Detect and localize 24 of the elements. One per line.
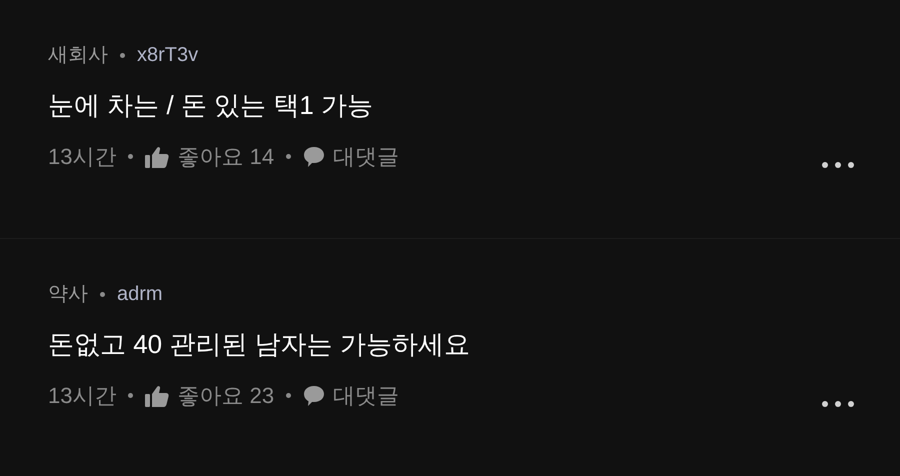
thumbs-up-icon	[145, 146, 170, 168]
separator-icon	[286, 393, 292, 398]
reply-button[interactable]: 대댓글	[303, 379, 400, 412]
company-name: 약사	[48, 282, 88, 307]
more-icon	[822, 162, 854, 168]
separator-icon	[100, 292, 105, 296]
comment-text: 돈없고 40 관리된 남자는 가능하세요	[48, 328, 471, 361]
more-icon	[822, 400, 854, 406]
separator-icon	[128, 154, 134, 159]
nickname[interactable]: x8rT3v	[137, 42, 198, 68]
separator-icon	[120, 52, 125, 58]
company-name: 새회사	[48, 43, 108, 68]
nickname[interactable]: adrm	[117, 281, 163, 307]
separator-icon	[128, 393, 134, 398]
like-button[interactable]: 좋아요 23	[145, 379, 274, 412]
speech-bubble-icon	[303, 384, 326, 406]
timestamp: 13시간	[48, 382, 116, 410]
reply-button[interactable]: 대댓글	[303, 140, 400, 173]
speech-bubble-icon	[303, 146, 326, 168]
like-button[interactable]: 좋아요 14	[145, 140, 274, 173]
separator-icon	[286, 154, 292, 159]
timestamp: 13시간	[48, 143, 116, 171]
thumbs-up-icon	[145, 384, 170, 406]
comment-text: 눈에 차는 / 돈 있는 택1 가능	[48, 89, 374, 122]
